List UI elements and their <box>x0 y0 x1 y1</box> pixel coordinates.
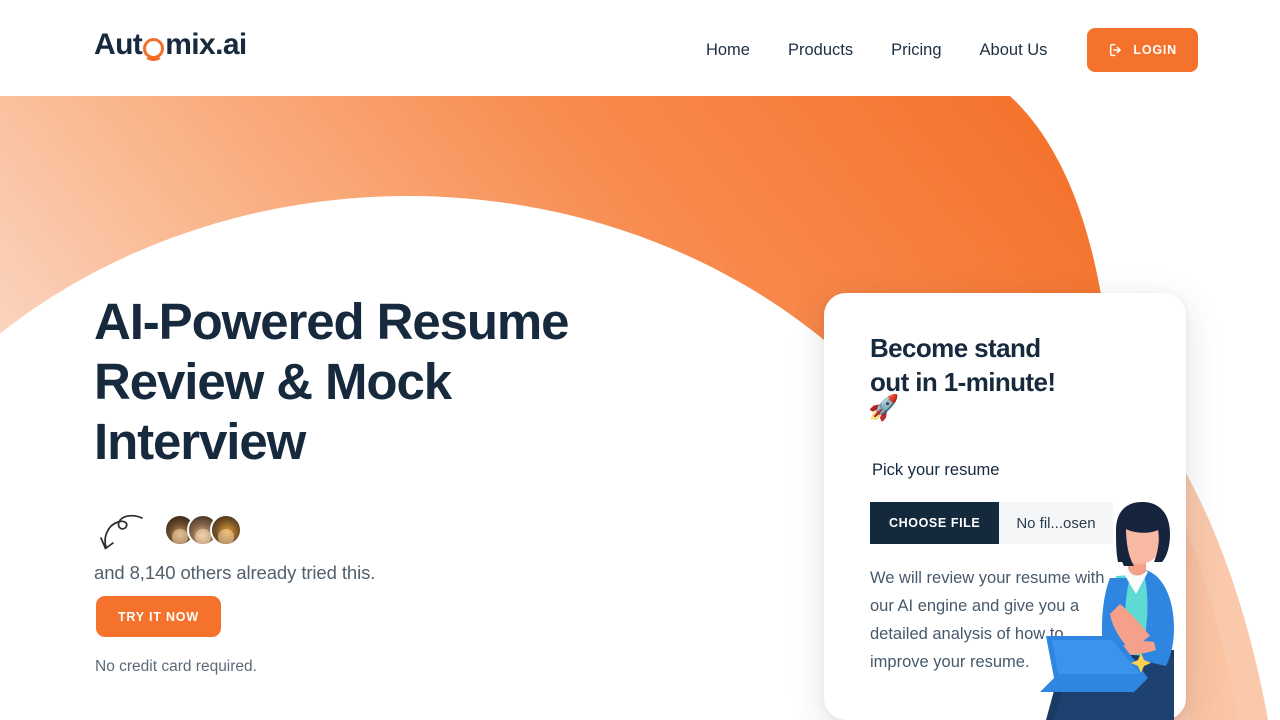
choose-file-button[interactable]: CHOOSE FILE <box>870 502 1000 544</box>
nav-link-pricing[interactable]: Pricing <box>872 32 960 69</box>
site-header: Aut mix.ai Home Products Pricing About U… <box>0 0 1280 96</box>
resume-upload-card: Become stand out in 1-minute! 🚀 Pick you… <box>824 293 1186 720</box>
rocket-icon: 🚀 <box>868 394 900 422</box>
social-proof-text: and 8,140 others already tried this. <box>94 562 376 583</box>
selected-file-name[interactable]: No fil...osen <box>999 502 1113 544</box>
sign-in-icon <box>1108 42 1124 58</box>
brand-logo-suffix: mix.ai <box>165 28 247 61</box>
main-navigation: Home Products Pricing About Us LOGIN <box>687 28 1198 72</box>
card-description: We will review your resume with our AI e… <box>870 569 1105 671</box>
nav-link-products[interactable]: Products <box>769 32 872 69</box>
fine-print-text: No credit card required. <box>95 658 257 675</box>
avatar-group <box>164 514 242 546</box>
nav-link-home[interactable]: Home <box>687 32 769 69</box>
landing-page: Aut mix.ai Home Products Pricing About U… <box>0 0 1280 720</box>
page-title: AI-Powered Resume Review & Mock Intervie… <box>94 293 570 470</box>
brand-logo[interactable]: Aut mix.ai <box>94 28 247 61</box>
brand-logo-prefix: Aut <box>94 28 143 61</box>
hero-content: AI-Powered Resume Review & Mock Intervie… <box>94 292 714 472</box>
nav-link-about-us[interactable]: About Us <box>961 32 1067 69</box>
circle-smile-icon <box>143 38 165 61</box>
social-proof: and 8,140 others already tried this. <box>94 506 375 584</box>
login-button[interactable]: LOGIN <box>1087 28 1198 72</box>
file-upload-control[interactable]: CHOOSE FILE No fil...osen <box>870 502 1113 544</box>
avatar <box>210 514 242 546</box>
curved-arrow-doodle-icon <box>94 507 154 553</box>
try-it-now-button[interactable]: TRY IT NOW <box>96 596 221 637</box>
card-title: Become stand out in 1-minute! <box>870 333 1056 397</box>
pick-resume-label: Pick your resume <box>872 461 1000 479</box>
login-button-label: LOGIN <box>1133 43 1177 57</box>
